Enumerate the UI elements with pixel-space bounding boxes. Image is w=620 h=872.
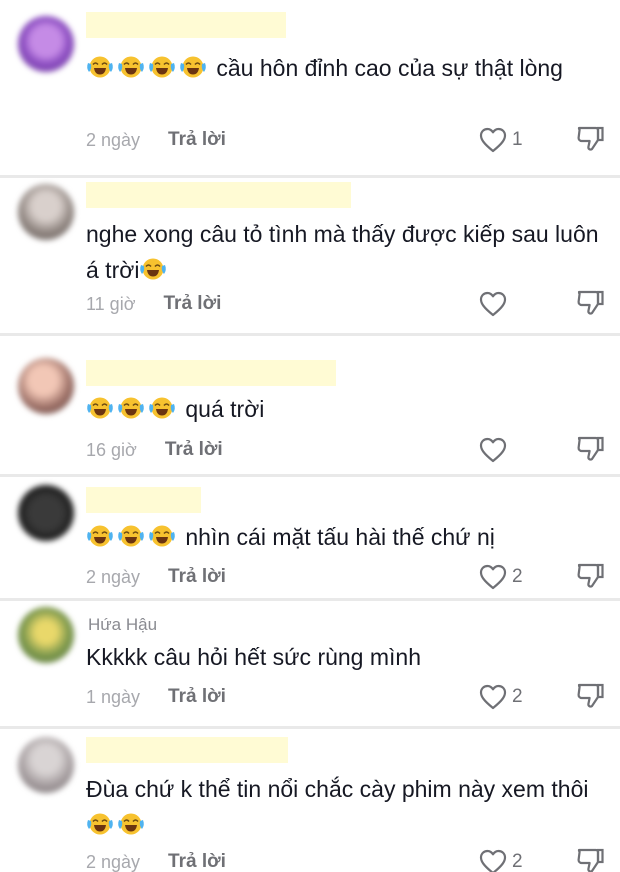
comment-text-content: quá trời — [185, 396, 265, 422]
thumbs-down-icon[interactable] — [574, 846, 606, 872]
heart-outline-icon — [479, 684, 507, 710]
comment-text: nghe xong câu tỏ tình mà thấy được kiếp … — [86, 216, 602, 288]
reply-button[interactable]: Trả lời — [168, 686, 226, 708]
comment-meta: 16 giờ Trả lời — [86, 436, 223, 464]
author-name-redaction — [86, 12, 286, 38]
like-count: 2 — [512, 851, 523, 872]
avatar[interactable] — [18, 607, 74, 663]
face-with-tears-of-joy-emoji — [86, 394, 114, 419]
comment-text: Đùa chứ k thể tin nổi chắc cày phim này … — [86, 771, 602, 843]
reply-button[interactable]: Trả lời — [165, 439, 223, 461]
thumbs-down-icon[interactable] — [574, 434, 606, 464]
avatar[interactable] — [18, 358, 74, 414]
comment-timestamp: 16 giờ — [86, 439, 137, 460]
comment-item: nghe xong câu tỏ tình mà thấy được kiếp … — [0, 178, 620, 333]
face-with-tears-of-joy-emoji — [117, 810, 145, 835]
like-button[interactable]: 1 — [478, 126, 523, 154]
face-with-tears-of-joy-emoji — [86, 53, 114, 78]
comment-timestamp: 1 ngày — [86, 686, 141, 707]
face-with-tears-of-joy-emoji — [148, 53, 176, 78]
comment-text-content: cầu hôn đỉnh cao của sự thật lòng — [216, 55, 563, 81]
comment-meta: 2 ngày Trả lời — [86, 563, 226, 591]
comment-meta: 2 ngày Trả lời — [86, 126, 226, 154]
comment-text: cầu hôn đỉnh cao của sự thật lòng — [86, 50, 602, 86]
comment-meta: 11 giờ Trả lời — [86, 290, 221, 318]
face-with-tears-of-joy-emoji — [139, 255, 167, 280]
author-name-redaction — [86, 182, 351, 208]
heart-outline-icon — [479, 437, 507, 463]
comment-text: quá trời — [86, 391, 602, 427]
comment-text-content: nhìn cái mặt tấu hài thế chứ nị — [185, 524, 495, 550]
thumbs-down-icon[interactable] — [574, 681, 606, 711]
comment-item: cầu hôn đỉnh cao của sự thật lòng 2 ngày… — [0, 0, 620, 175]
avatar[interactable] — [18, 485, 74, 541]
reply-button[interactable]: Trả lời — [168, 851, 226, 872]
comment-text: Kkkkk câu hỏi hết sức rùng mình — [86, 639, 602, 675]
avatar[interactable] — [18, 16, 74, 72]
like-button[interactable] — [478, 436, 508, 464]
like-button[interactable]: 2 — [478, 563, 523, 591]
like-button[interactable]: 2 — [478, 683, 523, 711]
heart-outline-icon — [479, 849, 507, 872]
comment-timestamp: 2 ngày — [86, 129, 141, 150]
face-with-tears-of-joy-emoji — [117, 522, 145, 547]
comment-author[interactable]: Hứa Hậu — [88, 615, 157, 635]
heart-outline-icon — [479, 127, 507, 153]
face-with-tears-of-joy-emoji — [86, 810, 114, 835]
heart-outline-icon — [479, 291, 507, 317]
face-with-tears-of-joy-emoji — [179, 53, 207, 78]
like-count: 2 — [512, 686, 523, 707]
like-button[interactable]: 2 — [478, 848, 523, 872]
author-name-redaction — [86, 487, 201, 513]
heart-outline-icon — [479, 564, 507, 590]
thumbs-down-icon[interactable] — [574, 124, 606, 154]
avatar[interactable] — [18, 737, 74, 793]
reply-button[interactable]: Trả lời — [168, 566, 226, 588]
face-with-tears-of-joy-emoji — [117, 53, 145, 78]
comment-item: quá trời 16 giờ Trả lời — [0, 336, 620, 474]
comment-item: Đùa chứ k thể tin nổi chắc cày phim này … — [0, 729, 620, 872]
comment-text-content: Kkkkk câu hỏi hết sức rùng mình — [86, 644, 421, 670]
comment-timestamp: 2 ngày — [86, 566, 141, 587]
thumbs-down-icon[interactable] — [574, 561, 606, 591]
avatar[interactable] — [18, 184, 74, 240]
comment-meta: 2 ngày Trả lời — [86, 848, 226, 872]
reply-button[interactable]: Trả lời — [164, 293, 222, 315]
thumbs-down-icon[interactable] — [574, 288, 606, 318]
comment-text-content: Đùa chứ k thể tin nổi chắc cày phim này … — [86, 776, 589, 802]
comment-text: nhìn cái mặt tấu hài thế chứ nị — [86, 519, 602, 555]
like-count: 2 — [512, 566, 523, 587]
comment-meta: 1 ngày Trả lời — [86, 683, 226, 711]
face-with-tears-of-joy-emoji — [117, 394, 145, 419]
like-count: 1 — [512, 129, 523, 150]
like-button[interactable] — [478, 290, 508, 318]
comment-timestamp: 2 ngày — [86, 851, 141, 872]
comment-item: nhìn cái mặt tấu hài thế chứ nị 2 ngày T… — [0, 477, 620, 598]
reply-button[interactable]: Trả lời — [168, 129, 226, 151]
author-name-redaction — [86, 737, 288, 763]
comment-item: Hứa Hậu Kkkkk câu hỏi hết sức rùng mình … — [0, 601, 620, 726]
author-name-redaction — [86, 360, 336, 386]
face-with-tears-of-joy-emoji — [86, 522, 114, 547]
face-with-tears-of-joy-emoji — [148, 394, 176, 419]
comment-timestamp: 11 giờ — [86, 293, 136, 314]
face-with-tears-of-joy-emoji — [148, 522, 176, 547]
